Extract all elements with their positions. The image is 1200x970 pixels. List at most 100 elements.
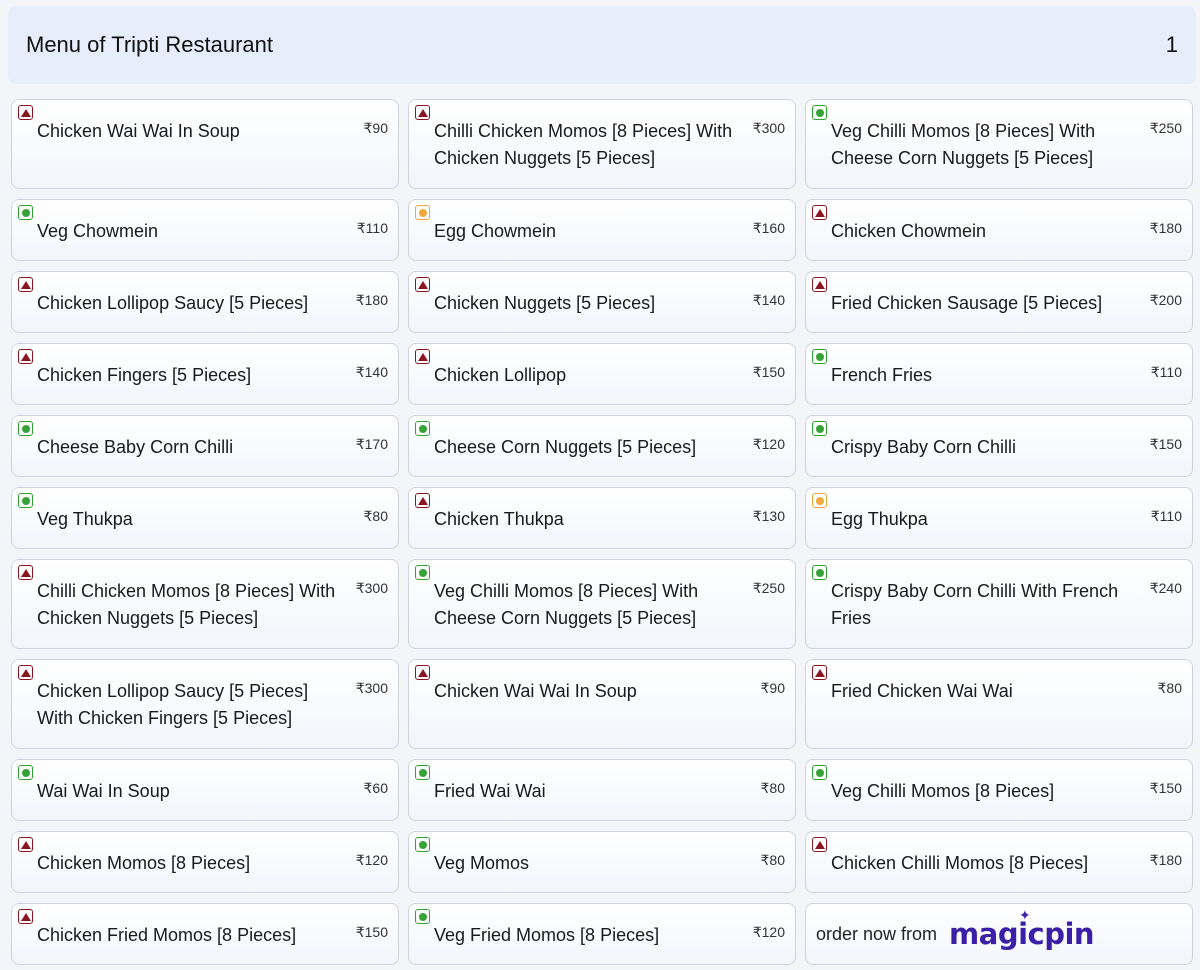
menu-item-name: Chilli Chicken Momos [8 Pieces] With Chi… <box>434 121 733 168</box>
menu-item-card: Cheese Corn Nuggets [5 Pieces] ₹120 <box>408 415 796 477</box>
veg-symbol <box>21 496 30 505</box>
menu-item-price: ₹90 <box>363 120 388 136</box>
menu-item-name: Veg Momos <box>434 853 530 873</box>
menu-item-price: ₹300 <box>355 680 388 696</box>
menu-item-card: Chilli Chicken Momos [8 Pieces] With Chi… <box>11 559 399 649</box>
menu-item-name: Crispy Baby Corn Chilli <box>831 437 1017 457</box>
menu-item-name: Veg Chowmein <box>37 221 159 241</box>
menu-item-card: Chicken Wai Wai In Soup ₹90 <box>408 659 796 749</box>
nonveg-indicator-icon <box>415 277 430 292</box>
veg-indicator-icon <box>18 765 33 780</box>
egg-symbol <box>815 496 824 505</box>
nonveg-indicator-icon <box>18 665 33 680</box>
menu-item-card: Chicken Chowmein ₹180 <box>805 199 1193 261</box>
menu-item-card: Veg Fried Momos [8 Pieces] ₹120 <box>408 903 796 965</box>
nonveg-symbol <box>20 912 31 921</box>
veg-indicator-icon <box>415 565 430 580</box>
veg-symbol <box>815 108 824 117</box>
menu-item-name: Cheese Corn Nuggets [5 Pieces] <box>434 437 697 457</box>
menu-item-card: Wai Wai In Soup ₹60 <box>11 759 399 821</box>
menu-item-card: Fried Chicken Wai Wai ₹80 <box>805 659 1193 749</box>
veg-indicator-icon <box>415 765 430 780</box>
egg-indicator-icon <box>812 493 827 508</box>
veg-symbol <box>815 768 824 777</box>
menu-item-name: Chicken Lollipop Saucy [5 Pieces] <box>37 293 309 313</box>
menu-item-card: Veg Chilli Momos [8 Pieces] With Cheese … <box>805 99 1193 189</box>
order-promo-card[interactable]: order now from magicpin ✦ <box>805 903 1193 965</box>
menu-item-price: ₹140 <box>355 364 388 380</box>
nonveg-indicator-icon <box>18 565 33 580</box>
order-now-text: order now from <box>816 923 938 944</box>
nonveg-symbol <box>814 840 825 849</box>
menu-item-card: Crispy Baby Corn Chilli With French Frie… <box>805 559 1193 649</box>
nonveg-indicator-icon <box>18 837 33 852</box>
menu-item-name: Egg Thukpa <box>831 509 928 529</box>
menu-item-card: Veg Momos ₹80 <box>408 831 796 893</box>
nonveg-indicator-icon <box>18 277 33 292</box>
menu-item-price: ₹60 <box>363 780 388 796</box>
menu-item-name: Veg Chilli Momos [8 Pieces] <box>831 781 1055 801</box>
menu-item-name: Crispy Baby Corn Chilli With French Frie… <box>831 581 1119 628</box>
nonveg-symbol <box>20 108 31 117</box>
menu-item-price: ₹160 <box>752 220 785 236</box>
menu-item-card: Veg Thukpa ₹80 <box>11 487 399 549</box>
menu-item-name: Veg Chilli Momos [8 Pieces] With Cheese … <box>434 581 699 628</box>
nonveg-symbol <box>814 280 825 289</box>
menu-item-name: Fried Wai Wai <box>434 781 546 801</box>
veg-indicator-icon <box>415 837 430 852</box>
veg-symbol <box>418 568 427 577</box>
menu-item-price: ₹120 <box>752 436 785 452</box>
nonveg-symbol <box>20 668 31 677</box>
nonveg-symbol <box>20 280 31 289</box>
nonveg-symbol <box>20 568 31 577</box>
egg-indicator-icon <box>415 205 430 220</box>
menu-item-card: Chicken Chilli Momos [8 Pieces] ₹180 <box>805 831 1193 893</box>
menu-item-price: ₹250 <box>1149 120 1182 136</box>
menu-item-price: ₹180 <box>1149 852 1182 868</box>
nonveg-symbol <box>417 496 428 505</box>
nonveg-symbol <box>417 280 428 289</box>
menu-item-card: Veg Chowmein ₹110 <box>11 199 399 261</box>
veg-symbol <box>21 208 30 217</box>
menu-item-card: Veg Chilli Momos [8 Pieces] With Cheese … <box>408 559 796 649</box>
veg-indicator-icon <box>415 909 430 924</box>
magicpin-logo[interactable]: magicpin ✦ <box>949 908 1095 951</box>
menu-item-name: Chicken Fried Momos [8 Pieces] <box>37 925 297 945</box>
veg-symbol <box>815 352 824 361</box>
nonveg-symbol <box>20 840 31 849</box>
nonveg-symbol <box>417 668 428 677</box>
nonveg-symbol <box>814 668 825 677</box>
menu-item-price: ₹180 <box>355 292 388 308</box>
menu-item-name: Fried Chicken Wai Wai <box>831 681 1013 701</box>
menu-item-card: Chicken Lollipop Saucy [5 Pieces] With C… <box>11 659 399 749</box>
menu-item-price: ₹150 <box>752 364 785 380</box>
menu-item-price: ₹80 <box>760 852 785 868</box>
page-number: 1 <box>1165 32 1178 57</box>
nonveg-indicator-icon <box>415 105 430 120</box>
menu-item-price: ₹140 <box>752 292 785 308</box>
menu-item-name: Chicken Wai Wai In Soup <box>434 681 637 701</box>
nonveg-indicator-icon <box>812 665 827 680</box>
menu-item-card: Egg Chowmein ₹160 <box>408 199 796 261</box>
menu-item-name: Chicken Momos [8 Pieces] <box>37 853 251 873</box>
menu-item-price: ₹200 <box>1149 292 1182 308</box>
veg-symbol <box>815 568 824 577</box>
nonveg-symbol <box>417 352 428 361</box>
menu-item-price: ₹80 <box>363 508 388 524</box>
menu-item-card: Chicken Fingers [5 Pieces] ₹140 <box>11 343 399 405</box>
menu-item-card: Chicken Momos [8 Pieces] ₹120 <box>11 831 399 893</box>
veg-indicator-icon <box>415 421 430 436</box>
nonveg-indicator-icon <box>415 349 430 364</box>
menu-item-card: Cheese Baby Corn Chilli ₹170 <box>11 415 399 477</box>
menu-item-price: ₹180 <box>1149 220 1182 236</box>
menu-header: Menu of Tripti Restaurant 1 <box>8 6 1196 84</box>
menu-item-name: Chicken Lollipop <box>434 365 567 385</box>
menu-item-price: ₹80 <box>760 780 785 796</box>
menu-item-name: Veg Chilli Momos [8 Pieces] With Cheese … <box>831 121 1096 168</box>
menu-item-price: ₹150 <box>1149 780 1182 796</box>
menu-item-card: Chicken Lollipop ₹150 <box>408 343 796 405</box>
nonveg-indicator-icon <box>812 205 827 220</box>
menu-item-price: ₹110 <box>1150 508 1182 524</box>
menu-grid: Chicken Wai Wai In Soup ₹90 Chilli Chicken… <box>11 99 1193 970</box>
veg-indicator-icon <box>18 421 33 436</box>
